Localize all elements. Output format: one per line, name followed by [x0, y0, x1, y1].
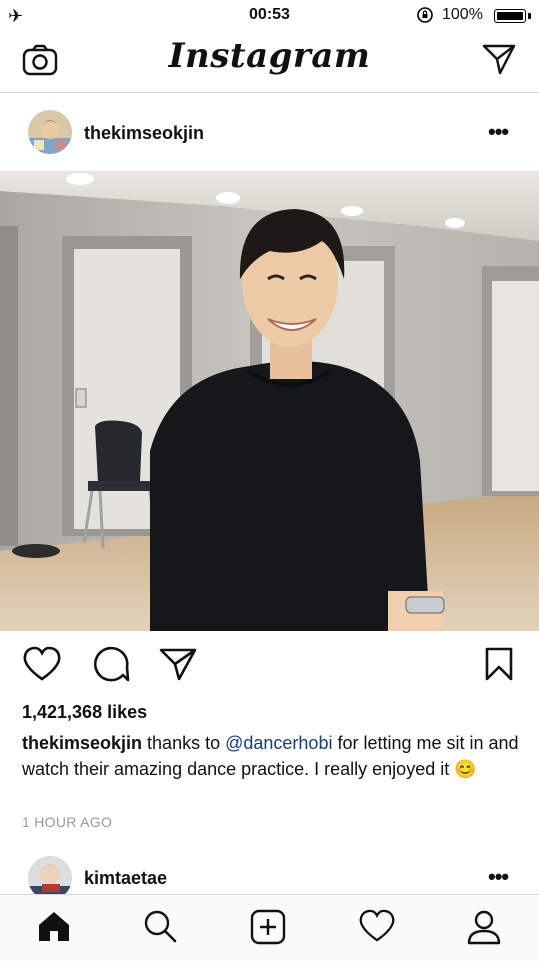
add-post-icon[interactable] [250, 909, 286, 950]
orientation-lock-icon [417, 7, 433, 23]
search-icon[interactable] [143, 909, 177, 948]
home-icon[interactable] [36, 909, 72, 948]
instagram-logo: Instagram [168, 36, 371, 76]
profile-icon[interactable] [466, 909, 502, 950]
battery-percent: 100% [442, 6, 483, 23]
smile-emoji: 😊 [454, 759, 477, 779]
bottom-tab-bar [0, 894, 539, 961]
post-username[interactable]: thekimseokjin [84, 123, 204, 144]
more-options-icon[interactable]: ••• [488, 119, 509, 145]
caption-username[interactable]: thekimseokjin [22, 733, 142, 753]
next-post-username[interactable]: kimtaetae [84, 868, 167, 889]
comment-icon[interactable] [92, 646, 130, 689]
post-actions [0, 640, 539, 690]
post-image[interactable] [0, 171, 539, 631]
avatar[interactable] [28, 110, 72, 154]
more-options-icon[interactable]: ••• [488, 864, 509, 890]
direct-message-icon[interactable] [481, 42, 517, 76]
share-icon[interactable] [158, 646, 198, 687]
post-caption: thekimseokjin thanks to @dancerhobi for … [22, 730, 522, 782]
caption-mention[interactable]: @dancerhobi [225, 733, 332, 753]
bookmark-icon[interactable] [484, 646, 514, 687]
next-post-header: kimtaetae ••• [0, 848, 539, 900]
activity-icon[interactable] [358, 909, 396, 948]
battery-icon [494, 9, 526, 23]
heart-icon[interactable] [22, 646, 62, 687]
top-nav-bar: Instagram [0, 30, 539, 93]
post-header: thekimseokjin ••• [0, 93, 539, 171]
likes-count[interactable]: 1,421,368 likes [22, 702, 147, 723]
post-timestamp: 1 HOUR AGO [22, 814, 113, 830]
caption-text: thanks to [142, 733, 226, 753]
status-bar: ✈ 00:53 100% [0, 0, 539, 30]
